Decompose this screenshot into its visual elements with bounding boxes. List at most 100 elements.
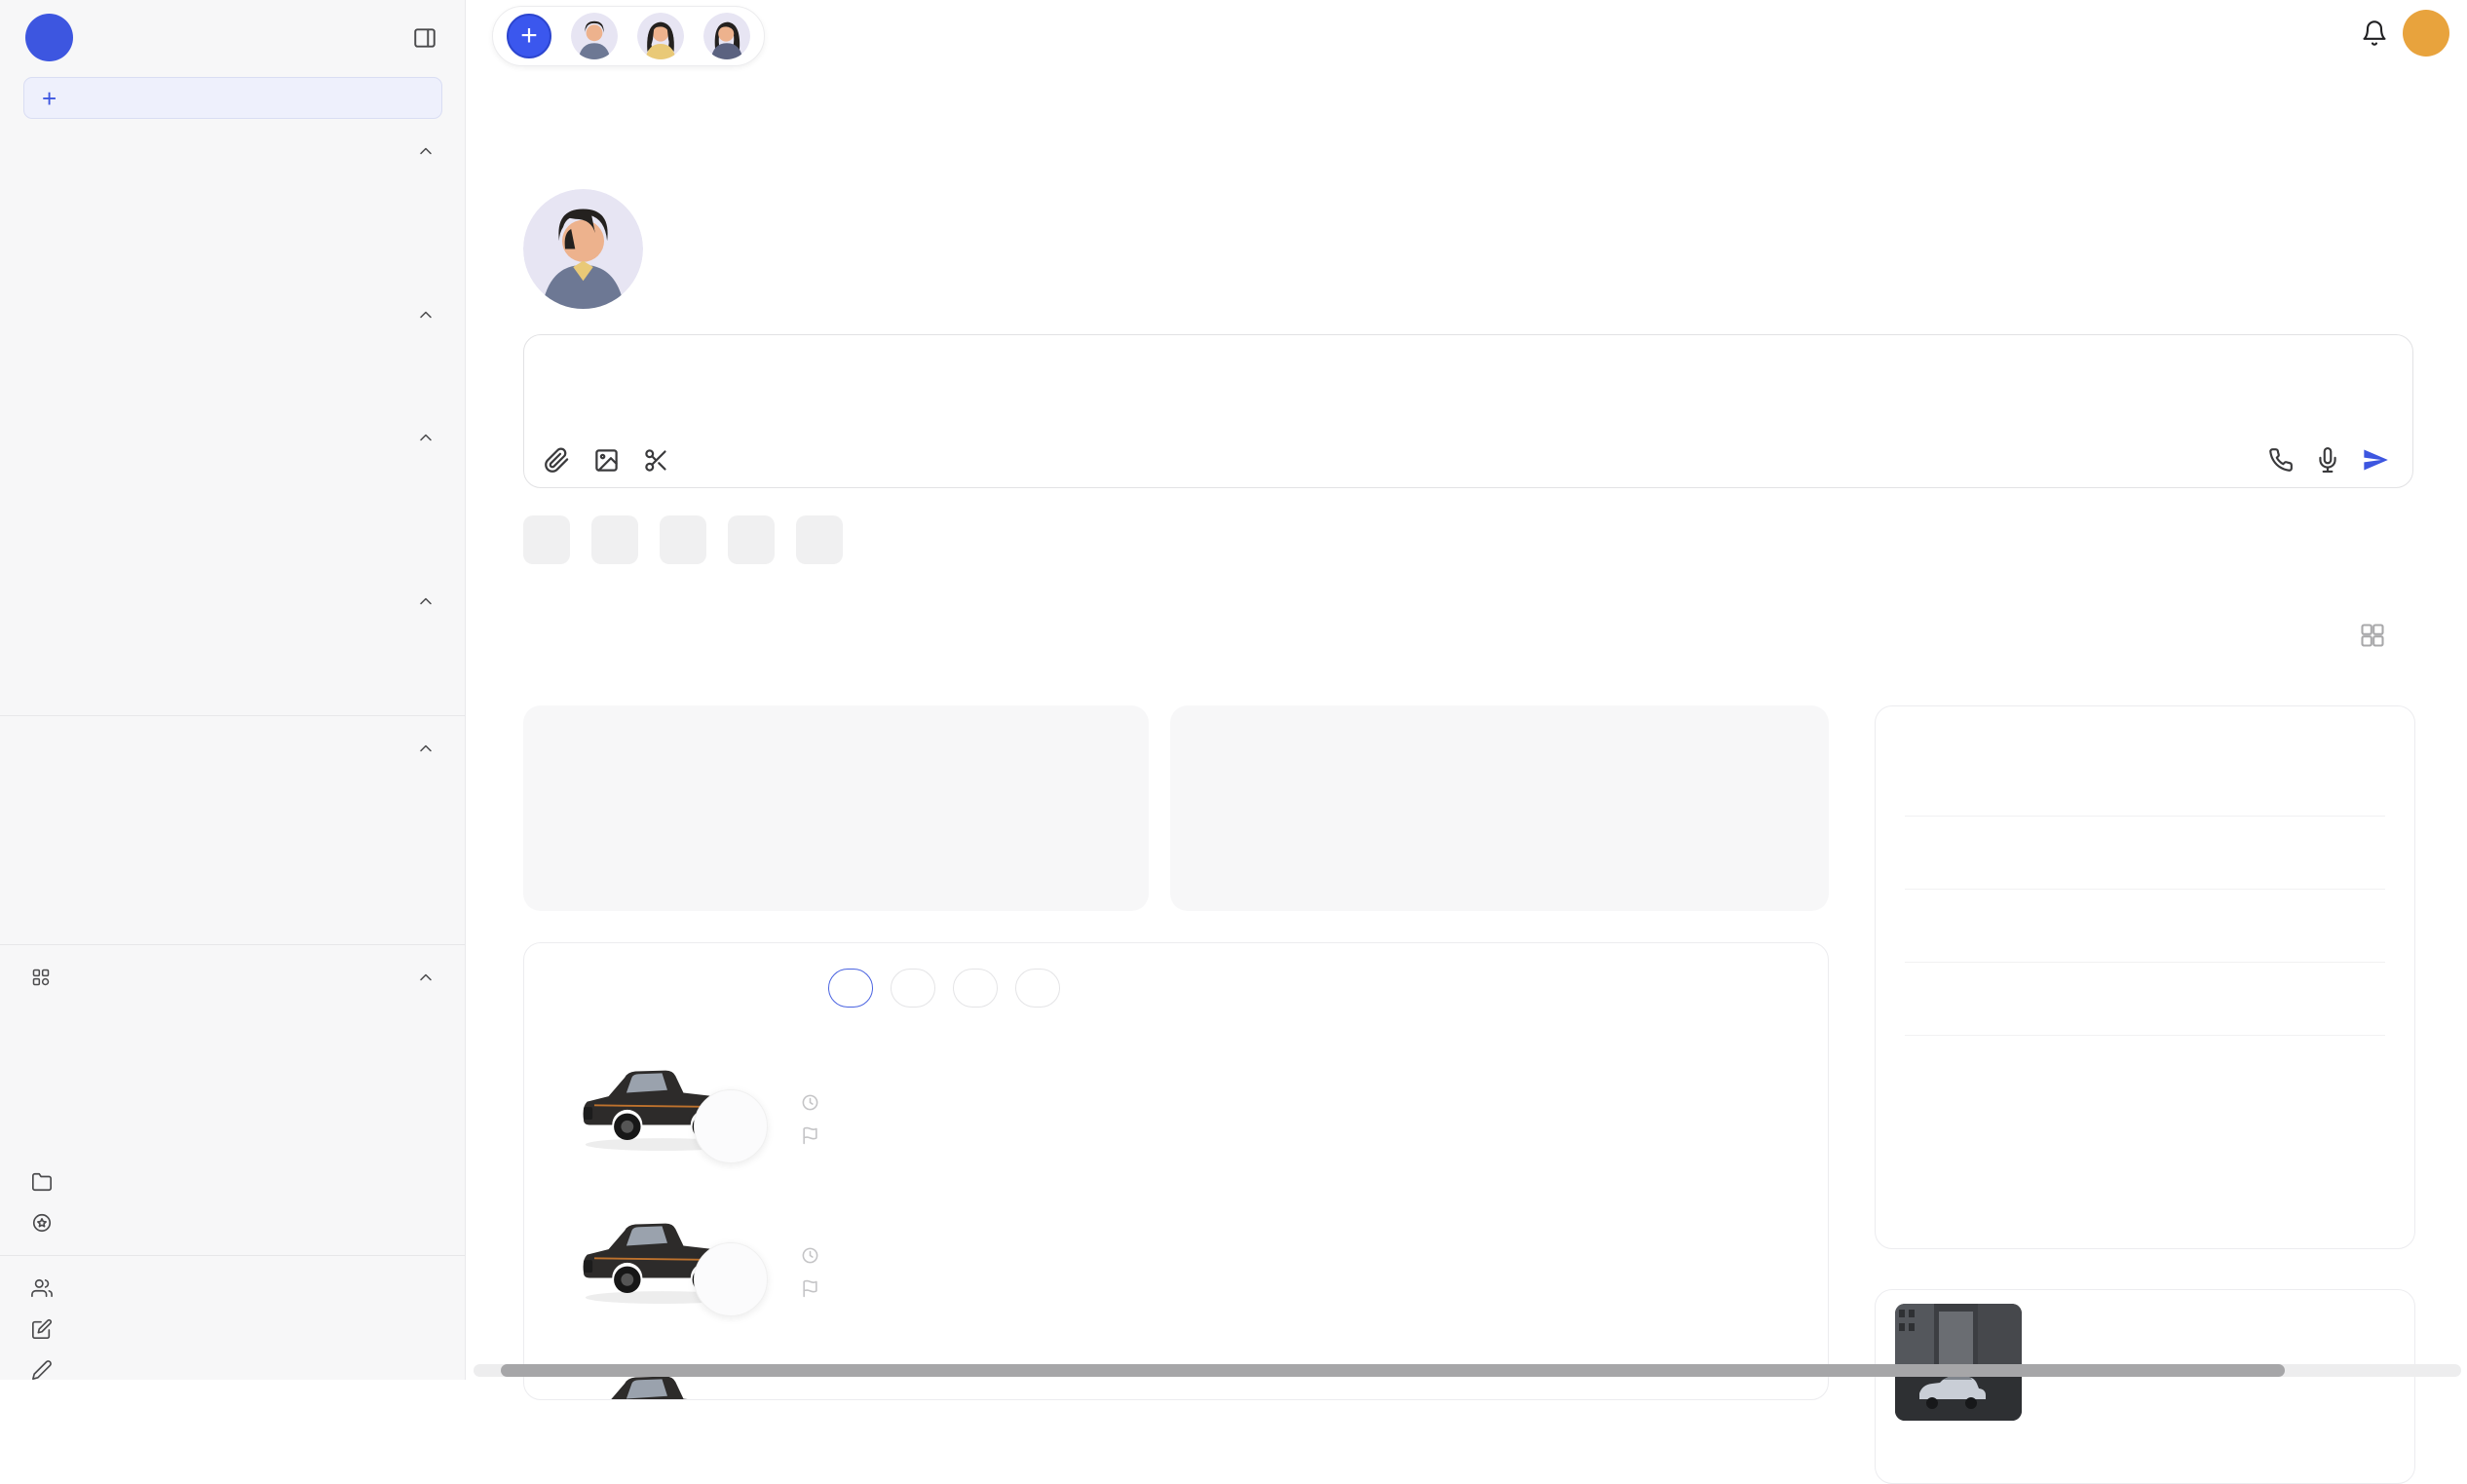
send-icon[interactable] [2362, 446, 2389, 474]
sidebar-item[interactable] [0, 663, 465, 704]
project-row[interactable] [524, 1048, 1828, 1201]
stat-new-completed [539, 742, 688, 764]
section-header-ai-review[interactable] [0, 417, 465, 458]
main-column [523, 705, 1829, 1400]
tab-powertrain[interactable] [1015, 969, 1060, 1008]
folder-icon [31, 1171, 53, 1193]
stat-pending-review [1656, 742, 1813, 764]
stat-new-ai-completed [688, 742, 837, 764]
news-card[interactable] [1875, 1289, 2415, 1484]
layout-grid-icon[interactable] [2359, 622, 2386, 649]
suggestion-chip[interactable] [796, 515, 843, 564]
recent-conversation[interactable] [0, 769, 465, 810]
card-title [523, 705, 1149, 729]
suggestion-chip[interactable] [523, 515, 570, 564]
divider [0, 944, 465, 945]
assistant-avatar [523, 189, 643, 309]
apps-grid-icon [31, 968, 51, 987]
sidebar-item[interactable] [0, 335, 465, 376]
teammate-avatar[interactable] [703, 13, 750, 59]
suggestion-chip[interactable] [591, 515, 638, 564]
section-header-agent-done[interactable] [0, 131, 465, 171]
teammate-avatar[interactable] [571, 13, 618, 59]
divider [1905, 1035, 2385, 1036]
recent-conversation[interactable] [0, 851, 465, 892]
project-vehicle-image [573, 1354, 751, 1400]
suggestion-chip[interactable] [660, 515, 706, 564]
schedule-card [1875, 705, 2415, 1249]
task-progress-card [523, 705, 1149, 911]
plus-icon: + [42, 86, 57, 111]
horizontal-scrollbar-track [474, 1364, 2461, 1377]
sidebar-item[interactable] [0, 376, 465, 417]
chevron-up-icon[interactable] [416, 141, 436, 161]
clock-icon [801, 1246, 819, 1265]
teammate-avatar[interactable] [637, 13, 684, 59]
section-header-my-todo[interactable] [0, 294, 465, 335]
sidebar-header [0, 0, 465, 61]
project-milestone-flag [801, 1126, 829, 1145]
stat-overdue [1499, 742, 1656, 764]
sidebar-item[interactable] [0, 171, 465, 212]
notification-bell-icon[interactable] [2361, 19, 2388, 47]
assistant-greeting-block [523, 189, 680, 309]
sidebar-item-cloud-space[interactable] [0, 1161, 465, 1202]
tab-new-body[interactable] [891, 969, 935, 1008]
user-avatar[interactable] [2403, 10, 2449, 57]
schedule-event [1905, 767, 2385, 816]
clock-icon [801, 1093, 819, 1112]
app-item-project-mgmt[interactable] [0, 998, 465, 1039]
pen-icon [31, 1359, 53, 1380]
microphone-icon[interactable] [2315, 447, 2340, 473]
section-header-recent[interactable] [0, 728, 465, 769]
chevron-up-icon[interactable] [416, 968, 436, 987]
tab-new-platform[interactable] [828, 969, 873, 1008]
app-item-change-mgmt[interactable] [0, 1080, 465, 1121]
chevron-up-icon[interactable] [416, 739, 436, 758]
flag-icon [801, 1126, 819, 1145]
schedule-event [1905, 913, 2385, 962]
view-all-apps[interactable] [0, 1121, 465, 1161]
sidebar-item[interactable] [0, 499, 465, 540]
flag-icon [801, 1279, 819, 1298]
recent-conversation[interactable] [0, 810, 465, 851]
sidebar-item[interactable] [0, 253, 465, 294]
chat-input-box[interactable] [523, 334, 2413, 488]
image-icon[interactable] [593, 447, 620, 474]
star-badge-icon [31, 1212, 53, 1234]
sidebar-item-creative-drawing[interactable] [0, 1350, 465, 1380]
section-header-my-review[interactable] [0, 581, 465, 622]
sidebar-collapse-icon[interactable] [412, 25, 437, 51]
divider [0, 715, 465, 716]
suggestion-chip[interactable] [728, 515, 775, 564]
stat-overdue [985, 742, 1134, 764]
sidebar-item-ai-super-staff[interactable] [0, 1268, 465, 1309]
new-chat-button[interactable]: + [23, 77, 442, 119]
my-review-card [1170, 705, 1829, 911]
sidebar-item[interactable] [0, 458, 465, 499]
chevron-up-icon[interactable] [416, 591, 436, 611]
app-item-product-mgmt[interactable] [0, 1039, 465, 1080]
chevron-up-icon[interactable] [416, 428, 436, 447]
schedule-event [1905, 986, 2385, 1035]
sidebar-item[interactable] [0, 540, 465, 581]
chevron-up-icon[interactable] [416, 305, 436, 324]
sidebar-item-help-me-write[interactable] [0, 1309, 465, 1350]
sidebar-item[interactable] [0, 212, 465, 253]
phone-icon[interactable] [2268, 447, 2294, 473]
horizontal-scrollbar-thumb[interactable] [501, 1364, 2285, 1377]
project-dashboard-card [523, 942, 1829, 1400]
scissors-icon[interactable] [643, 447, 669, 474]
project-owner-badge [694, 1242, 768, 1316]
project-row[interactable] [524, 1201, 1828, 1354]
news-thumbnail [1895, 1304, 2022, 1421]
tab-model-year[interactable] [953, 969, 998, 1008]
stat-ai-pre-review [1343, 742, 1499, 764]
sidebar-item-favorites[interactable] [0, 1202, 465, 1243]
view-all-recent[interactable] [0, 892, 465, 932]
sidebar-item[interactable] [0, 622, 465, 663]
attachment-icon[interactable] [544, 447, 570, 474]
add-conversation-button[interactable]: + [507, 14, 551, 58]
project-owner-badge [694, 1089, 768, 1163]
section-header-my-apps[interactable] [0, 957, 465, 998]
